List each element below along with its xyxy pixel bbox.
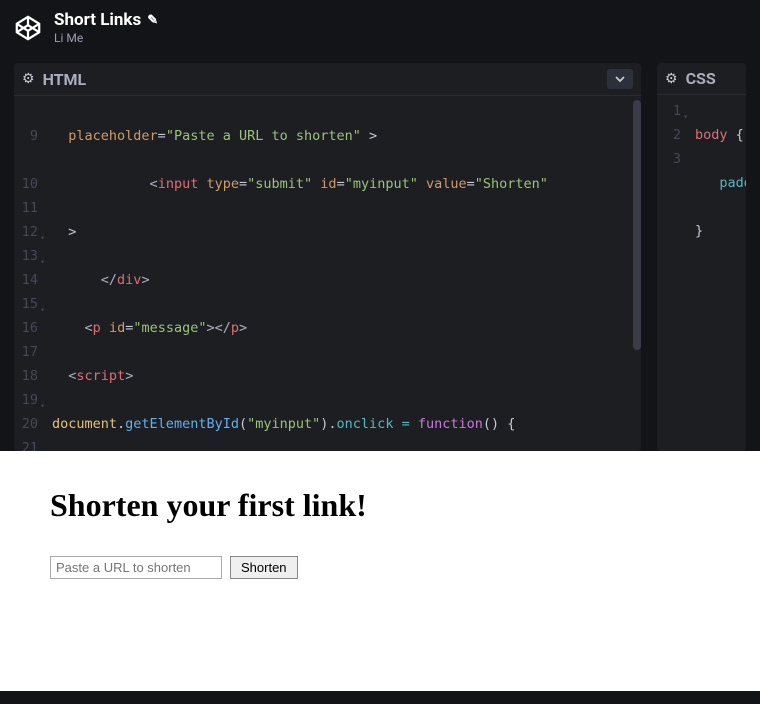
html-code-editor[interactable]: 9 10 11 12 13 14 15 16 17 18 19 20 21 pl… (14, 96, 641, 451)
css-gutter: 1 2 3 (657, 95, 687, 451)
html-code: placeholder="Paste a URL to shorten" > <… (44, 96, 556, 451)
codepen-logo-icon (14, 14, 42, 42)
gear-icon[interactable]: ⚙ (665, 71, 678, 87)
app-header: Short Links ✎ Li Me (0, 0, 760, 55)
chevron-down-icon[interactable] (607, 69, 633, 89)
css-code-editor[interactable]: 1 2 3 body { padd } (657, 95, 746, 451)
html-pane-title: HTML (43, 70, 607, 89)
pen-title-text: Short Links (54, 10, 141, 30)
css-pane: ⚙ CSS 1 2 3 body { padd } (657, 63, 746, 451)
css-code: body { padd } (687, 95, 746, 451)
pencil-icon[interactable]: ✎ (147, 13, 158, 28)
preview-pane: Shorten your first link! (0, 451, 760, 691)
preview-heading: Shorten your first link! (50, 487, 710, 524)
pen-title[interactable]: Short Links ✎ (54, 10, 158, 30)
scrollbar[interactable] (633, 100, 641, 350)
author-name[interactable]: Li Me (54, 31, 158, 45)
url-input[interactable] (50, 556, 222, 579)
html-pane-header: ⚙ HTML (14, 63, 641, 96)
html-pane: ⚙ HTML 9 10 11 12 13 14 15 16 17 18 19 2 (14, 63, 641, 451)
html-gutter: 9 10 11 12 13 14 15 16 17 18 19 20 21 (14, 96, 44, 451)
title-area: Short Links ✎ Li Me (54, 10, 158, 45)
css-pane-header: ⚙ CSS (657, 63, 746, 95)
shorten-button[interactable] (230, 556, 298, 579)
gear-icon[interactable]: ⚙ (22, 71, 35, 87)
editor-panes: ⚙ HTML 9 10 11 12 13 14 15 16 17 18 19 2 (0, 55, 760, 451)
preview-form (50, 556, 710, 579)
css-pane-title: CSS (686, 69, 738, 88)
